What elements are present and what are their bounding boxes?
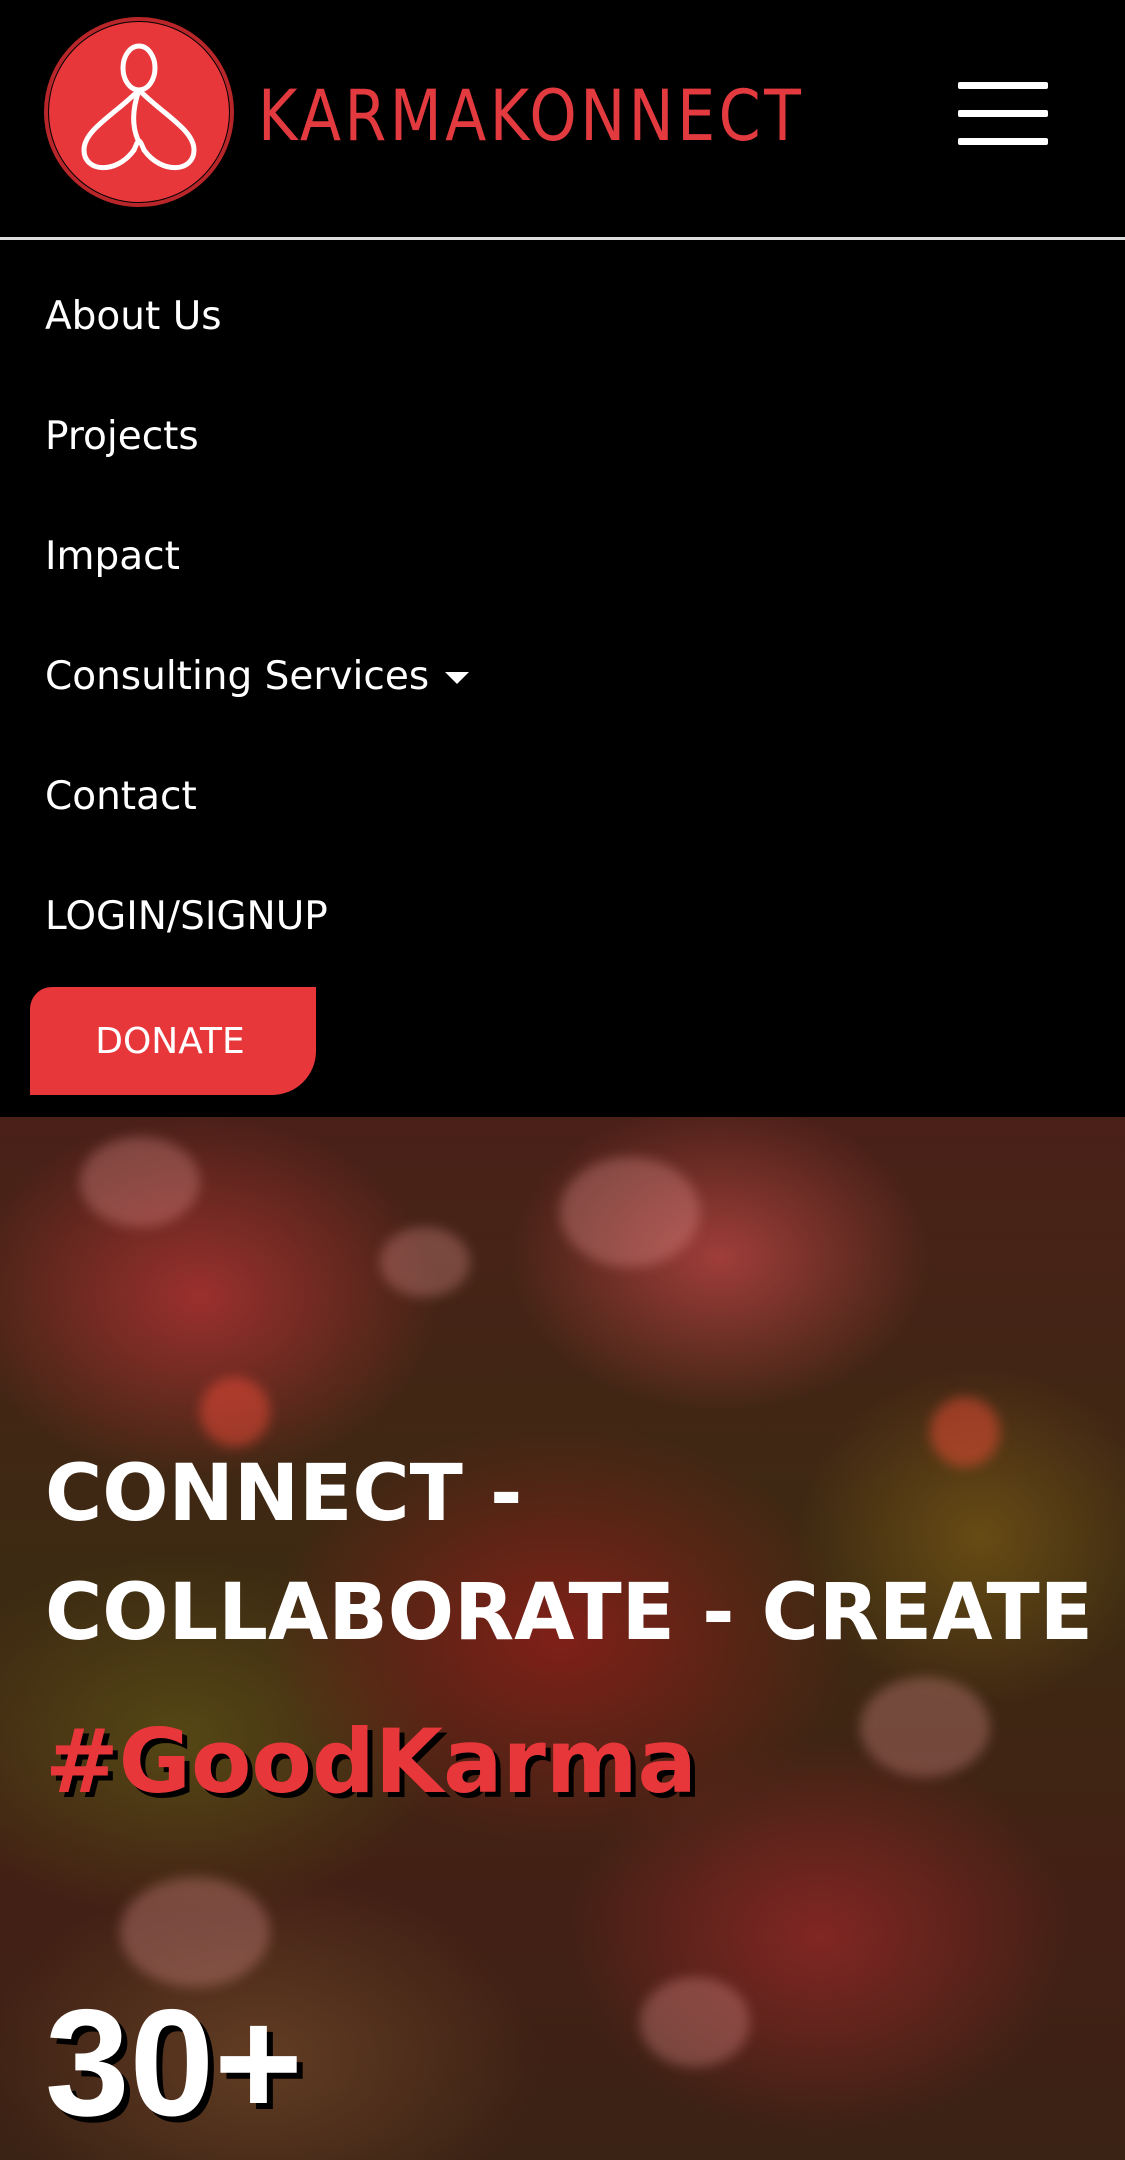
hero-section: CONNECT - COLLABORATE - CREATE #GoodKarm…	[0, 1117, 1125, 2160]
caret-down-icon[interactable]	[445, 672, 470, 684]
donate-button[interactable]: DONATE	[30, 987, 316, 1095]
brand-logo-link[interactable]: KARMAKONNECT	[44, 10, 893, 215]
menu-bar	[958, 138, 1048, 145]
menu-bar	[958, 110, 1048, 117]
karmakonnect-logo-icon	[44, 17, 234, 207]
nav-item-contact[interactable]: Contact	[45, 751, 197, 841]
nav-item-label: Consulting Services	[45, 653, 430, 699]
mobile-nav-menu: About Us Projects Impact Consulting Serv…	[0, 243, 1125, 1117]
nav-item-label: Contact	[45, 773, 197, 819]
site-header: KARMAKONNECT	[0, 0, 1125, 240]
hero-hashtag: #GoodKarma	[45, 1710, 697, 1813]
bokeh-light	[380, 1227, 470, 1297]
bokeh-light	[860, 1677, 990, 1777]
bokeh-light	[80, 1137, 200, 1227]
nav-item-label: LOGIN/SIGNUP	[45, 893, 328, 939]
donate-button-label: DONATE	[95, 1020, 245, 1062]
nav-item-consulting-services[interactable]: Consulting Services	[45, 631, 470, 721]
hamburger-menu-icon[interactable]	[958, 82, 1048, 148]
bokeh-light	[120, 1877, 270, 1987]
nav-item-label: Projects	[45, 413, 199, 459]
nav-item-label: About Us	[45, 293, 222, 339]
bokeh-light	[640, 1977, 750, 2067]
hero-title: CONNECT - COLLABORATE - CREATE	[45, 1449, 1094, 1658]
nav-item-projects[interactable]: Projects	[45, 391, 199, 481]
menu-bar	[958, 82, 1048, 89]
nav-item-about-us[interactable]: About Us	[45, 271, 222, 361]
nav-item-login-signup[interactable]: LOGIN/SIGNUP	[45, 871, 328, 961]
hero-stat: 30+	[45, 1978, 303, 2148]
nav-item-impact[interactable]: Impact	[45, 511, 180, 601]
brand-name: KARMAKONNECT	[258, 74, 805, 157]
nav-item-label: Impact	[45, 533, 180, 579]
bokeh-light	[560, 1157, 700, 1267]
